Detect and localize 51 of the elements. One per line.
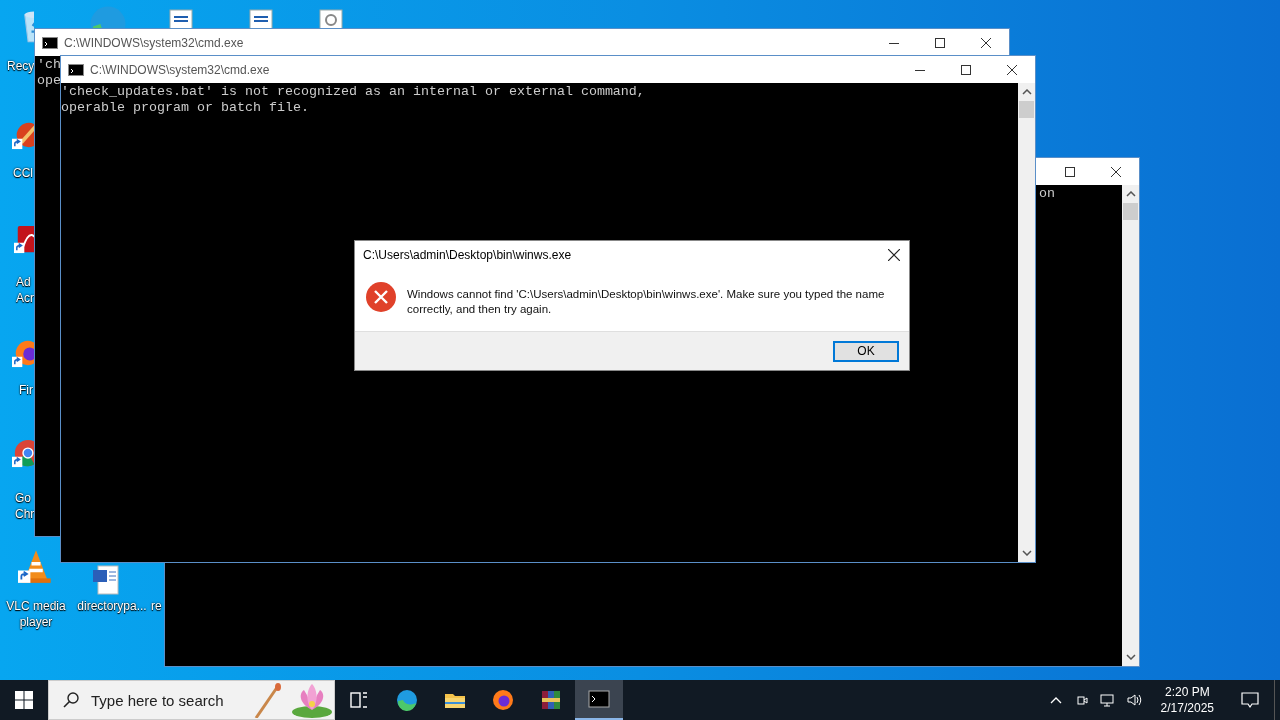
- archive-icon: [539, 688, 563, 712]
- pdf-icon[interactable]: [14, 224, 34, 254]
- search-field[interactable]: Type here to search: [89, 690, 253, 710]
- close-icon: [981, 37, 991, 48]
- browser-icon: [395, 688, 419, 712]
- scroll-up-icon[interactable]: [1125, 191, 1136, 197]
- console-line: on: [1039, 186, 1055, 202]
- ok-button[interactable]: OK: [833, 340, 899, 362]
- error-icon: [365, 281, 397, 313]
- firefox-icon: [491, 688, 515, 712]
- desktop-icon-label[interactable]: Ad Acr: [16, 274, 34, 306]
- desktop-icon-label[interactable]: Fir: [19, 382, 33, 398]
- maximize-icon: [1065, 166, 1075, 177]
- volume-icon[interactable]: [1125, 692, 1142, 708]
- window-title: C:\WINDOWS\system32\cmd.exe: [90, 62, 270, 77]
- console-line: ope: [37, 73, 61, 89]
- scroll-down-icon[interactable]: [1125, 654, 1136, 660]
- network-icon[interactable]: [1099, 692, 1116, 708]
- desktop-icon-label[interactable]: VLC media player: [0, 598, 72, 630]
- close-icon: [888, 249, 900, 261]
- notification-icon[interactable]: [1240, 690, 1260, 710]
- windows-logo-icon: [15, 691, 33, 709]
- scroll-down-icon[interactable]: [1021, 550, 1032, 556]
- scrollbar-thumb[interactable]: [1019, 101, 1034, 118]
- desktop-icon-label[interactable]: directorypa...: [72, 598, 152, 614]
- desktop-icon-label[interactable]: Go Chr: [15, 490, 35, 522]
- scrollbar[interactable]: [1122, 185, 1139, 666]
- console-taskbar-button[interactable]: [575, 680, 623, 720]
- scrollbar-thumb[interactable]: [1123, 203, 1138, 220]
- window-title: C:\WINDOWS\system32\cmd.exe: [64, 35, 244, 50]
- console-line: 'ch: [37, 57, 61, 73]
- search-icon: [63, 692, 79, 708]
- close-icon: [1111, 166, 1121, 177]
- dialog-title: C:\Users\admin\Desktop\bin\winws.exe: [363, 248, 573, 262]
- scrollbar[interactable]: [1018, 83, 1035, 562]
- scroll-up-icon[interactable]: [1021, 89, 1032, 95]
- search-box[interactable]: Type here to search: [48, 680, 335, 720]
- error-message: Windows cannot find 'C:\Users\admin\Desktop\bin\winws.exe'. Make sure you typed the name correctly, and then try again.: [407, 287, 886, 317]
- desktop-icon-label[interactable]: CCl: [13, 165, 33, 181]
- clock[interactable]: 2:20 PM 2/17/2025: [1154, 683, 1220, 717]
- close-icon: [1007, 64, 1017, 75]
- console-icon: [42, 36, 58, 49]
- word-document-icon[interactable]: [90, 564, 122, 596]
- maximize-icon: [935, 37, 945, 48]
- console-icon: [587, 687, 611, 711]
- desktop-icon-label[interactable]: Recy: [7, 58, 35, 74]
- console-line: operable program or batch file.: [61, 100, 309, 116]
- desktop-icon-label[interactable]: re: [151, 598, 162, 614]
- maximize-icon: [961, 64, 971, 75]
- console-icon: [68, 63, 84, 76]
- console-line: 'check_updates.bat' is not recognized as an internal or external command,: [61, 84, 645, 100]
